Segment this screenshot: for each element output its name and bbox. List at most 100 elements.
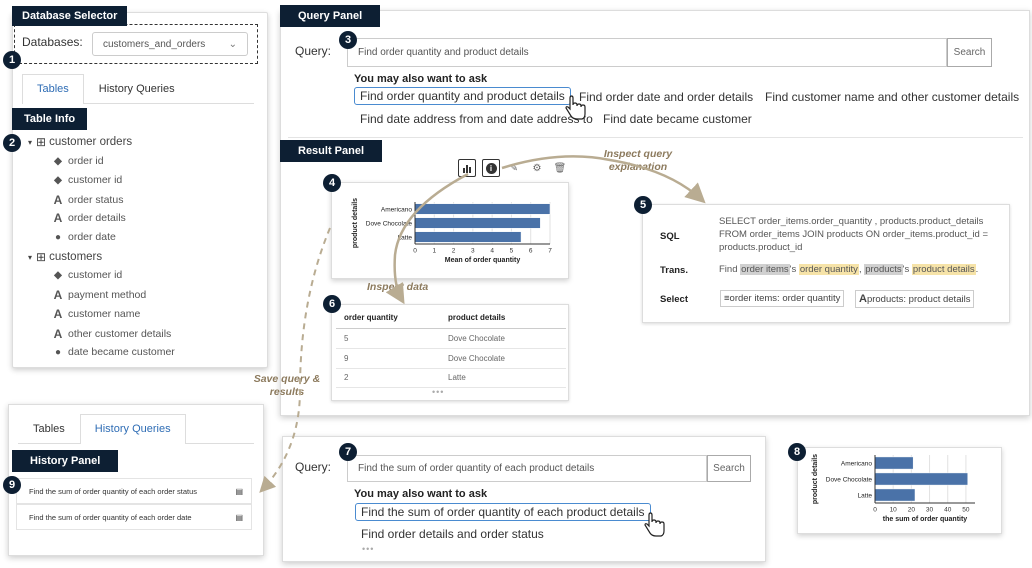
table-grid-icon: ⊞: [36, 250, 47, 264]
x-axis-label: Mean of order quantity: [445, 257, 521, 264]
clock-icon: ●: [54, 231, 62, 243]
table-cell: Latte: [448, 373, 466, 382]
y-tick-label: Dove Chocolate: [366, 220, 413, 227]
badge-4: 4: [323, 174, 341, 192]
sql-label: SQL: [660, 231, 680, 242]
column-name: order status: [68, 194, 124, 206]
badge-7: 7: [339, 443, 357, 461]
column-name: customer name: [68, 308, 141, 320]
y-tick-label: Latte: [858, 492, 873, 499]
query-input[interactable]: Find the sum of order quantity of each p…: [347, 455, 707, 482]
column-name: customer id: [68, 269, 123, 281]
db-select-value: customers_and_orders: [103, 38, 206, 50]
trans-label: Trans.: [660, 265, 688, 276]
column-name: payment method: [68, 289, 147, 301]
caret-down-icon: ▾: [28, 252, 33, 262]
bar-chart-2: 0 10 20 30 40 50 Americano Dove Chocolate Latte t…: [812, 454, 975, 523]
db-selector-tag: Database Selector: [12, 6, 128, 26]
tree-column[interactable]: ● order date: [52, 231, 116, 243]
db-label: Databases:: [22, 35, 83, 49]
search-button[interactable]: Search: [947, 38, 992, 67]
trans-part: .: [975, 264, 979, 275]
x-tick-label: 2: [452, 248, 456, 255]
table-name: customer orders: [49, 136, 133, 148]
text-type-icon: A: [53, 327, 63, 341]
y-tick-label: Americano: [841, 460, 872, 467]
history-item[interactable]: Find the sum of order quantity of each o…: [16, 478, 252, 504]
tree-column[interactable]: ◆ customer id: [52, 174, 122, 186]
badge-2: 2: [3, 134, 21, 152]
db-select[interactable]: customers_and_orders ⌄: [92, 32, 248, 56]
badge-3: 3: [339, 31, 357, 49]
settings-icon[interactable]: ⚙: [528, 159, 546, 177]
left-tabbar: Tables History Queries: [22, 74, 254, 104]
table-cell: Dove Chocolate: [448, 354, 505, 363]
history-item-label: Find the sum of order quantity of each o…: [29, 486, 198, 496]
tab-history-queries[interactable]: History Queries: [79, 414, 186, 444]
table-row: 2 Latte: [336, 368, 566, 388]
bar-chart-1: 0 1 2 3 4 5 6 7 Americano Dove Chocolate Latte Mean…: [352, 198, 552, 264]
query-input[interactable]: Find order quantity and product details: [347, 38, 947, 67]
tree-column[interactable]: Aother customer details: [52, 327, 172, 341]
x-tick-label: 20: [908, 507, 916, 514]
tree-column[interactable]: Aorder status: [52, 193, 124, 207]
suggestion-item[interactable]: Find order details and order status: [361, 527, 544, 541]
trans-highlight: order items: [740, 264, 790, 275]
history-panel-tag: History Panel: [12, 450, 119, 472]
column-name: date became customer: [68, 346, 175, 358]
bar-chart-icon[interactable]: [458, 159, 476, 177]
more-rows-indicator[interactable]: •••: [432, 387, 444, 397]
trans-highlight: order quantity: [798, 264, 859, 275]
x-tick-label: 1: [432, 248, 436, 255]
column-name: order details: [68, 212, 126, 224]
info-icon[interactable]: i: [482, 159, 500, 177]
clock-icon: ●: [54, 346, 62, 358]
x-tick-label: 5: [510, 248, 514, 255]
suggestion-item[interactable]: Find order date and order details: [579, 90, 753, 104]
suggestion-item[interactable]: Find order quantity and product details: [354, 87, 571, 105]
tree-column[interactable]: ◆ order id: [52, 155, 103, 167]
caret-down-icon: ▾: [28, 137, 33, 147]
suggestion-item[interactable]: Find date became customer: [603, 112, 752, 126]
edit-icon[interactable]: ✎: [505, 159, 523, 177]
bar-chart-icon: ▤: [235, 512, 243, 522]
column-name: other customer details: [68, 328, 172, 340]
hand-cursor-icon: [644, 512, 665, 537]
tree-column[interactable]: ◆ customer id: [52, 269, 122, 281]
trans-text: Find order items's order quantity, produ…: [719, 264, 978, 275]
tree-column[interactable]: Apayment method: [52, 288, 147, 302]
tree-column[interactable]: Aorder details: [52, 211, 126, 225]
y-tick-label: Dove Chocolate: [826, 476, 873, 483]
column-name: customer id: [68, 174, 123, 186]
trans-part: 's: [902, 264, 912, 275]
tab-history-queries[interactable]: History Queries: [84, 74, 190, 103]
text-type-icon: A: [53, 307, 63, 321]
data-table: order quantity product details 5 Dove Ch…: [331, 304, 569, 401]
select-chip[interactable]: ≡order items: order quantity: [720, 290, 845, 307]
tree-column[interactable]: ● date became customer: [52, 346, 175, 358]
more-suggestions-indicator[interactable]: •••: [362, 544, 374, 554]
column-name: order date: [68, 231, 116, 243]
tree-column[interactable]: Acustomer name: [52, 307, 141, 321]
history-item[interactable]: Find the sum of order quantity of each o…: [16, 504, 252, 530]
tab-tables[interactable]: Tables: [18, 414, 80, 443]
bar: [414, 203, 551, 215]
trash-icon[interactable]: 🗑: [551, 159, 569, 177]
x-tick-label: 0: [873, 507, 877, 514]
table-row: 9 Dove Chocolate: [336, 349, 566, 369]
query-label: Query:: [295, 460, 332, 474]
suggestion-item[interactable]: Find customer name and other customer de…: [765, 90, 1019, 104]
sql-text: SELECT order_items.order_quantity , prod…: [719, 216, 988, 253]
tree-table-customer-orders[interactable]: ▾ ⊞ customer orders: [28, 135, 132, 149]
table-cell: 5: [344, 334, 349, 343]
tree-table-customers[interactable]: ▾ ⊞ customers: [28, 250, 102, 264]
select-chip[interactable]: Aproducts: product details: [855, 290, 975, 308]
x-tick-label: 40: [944, 507, 952, 514]
history-tabbar: Tables History Queries: [18, 414, 254, 444]
suggestion-item[interactable]: Find the sum of order quantity of each p…: [355, 503, 651, 521]
search-button[interactable]: Search: [707, 455, 751, 482]
suggestion-item[interactable]: Find date address from and date address …: [360, 112, 593, 126]
trans-part: 's: [789, 264, 799, 275]
x-tick-label: 6: [529, 248, 533, 255]
tab-tables[interactable]: Tables: [22, 74, 84, 104]
